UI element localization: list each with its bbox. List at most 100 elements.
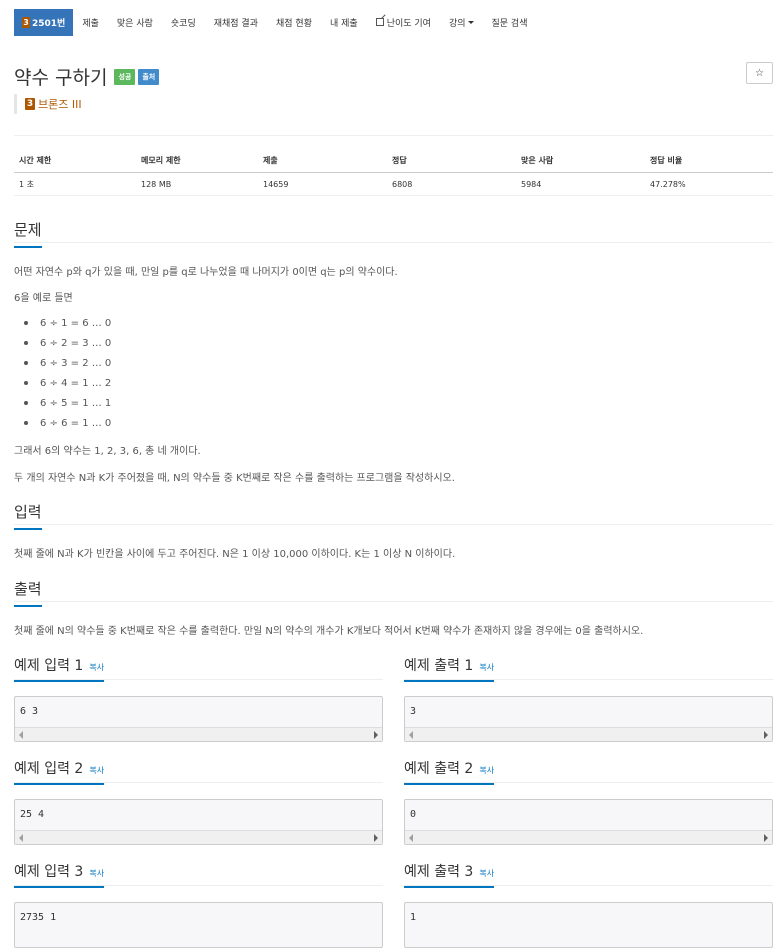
sample-input-box[interactable]: 2735 1 [14,902,383,948]
sample-output-code: 3 [410,706,417,717]
nav-judge-status[interactable]: 채점 현황 [267,9,321,36]
nav-solved-users[interactable]: 맞은 사람 [108,9,162,36]
nav-lectures-label: 강의 [448,18,466,29]
section-divider [14,524,773,525]
division-list: 6 ÷ 1 = 6 … 0 6 ÷ 2 = 3 … 0 6 ÷ 3 = 2 … … [24,313,111,433]
scroll-left-icon[interactable] [409,731,413,739]
title-row: 약수 구하기 성공 출처 [14,63,160,90]
tier-row: 3 브론즈 III [14,94,82,114]
list-item: 6 ÷ 4 = 1 … 2 [24,373,111,393]
star-icon: ☆ [755,67,764,79]
sample-input-code: 6 3 [20,706,39,717]
sample-input-box[interactable]: 6 3 [14,696,383,742]
problem-paragraph: 6을 예로 들면 [14,293,73,304]
sample-output-code: 1 [410,912,417,923]
sample-input-title-text: 예제 입력 2 [14,761,84,777]
sample-output-code: 0 [410,809,417,820]
input-heading: 입력 [14,501,42,530]
problem-nav: 3 2501번 제출 맞은 사람 숏코딩 재채점 결과 채점 현황 내 제출 난… [0,0,777,44]
scroll-right-icon[interactable] [374,731,378,739]
horizontal-scrollbar[interactable] [405,830,772,844]
horizontal-scrollbar[interactable] [15,727,382,741]
sample-output-box[interactable]: 3 [404,696,773,742]
stats-value-cell: 47.278% [650,179,686,189]
scroll-left-icon[interactable] [19,834,23,842]
stats-header-cell: 제출 [263,156,278,165]
tier-icon: 3 [25,98,35,110]
stats-header-row: 시간 제한 메모리 제한 제출 정답 맞은 사람 정답 비율 [14,149,773,173]
divider [14,135,773,136]
nav-problem-id-label: 2501번 [32,18,66,29]
copy-button[interactable]: 복사 [479,663,494,672]
stats-header-cell: 시간 제한 [19,156,52,165]
caret-down-icon [467,20,474,24]
stats-value-cell: 14659 [263,179,289,189]
list-item: 6 ÷ 5 = 1 … 1 [24,393,111,413]
sample-output-title-text: 예제 출력 3 [404,864,474,880]
list-item: 6 ÷ 6 = 1 … 0 [24,413,111,433]
problem-stats-table: 시간 제한 메모리 제한 제출 정답 맞은 사람 정답 비율 1 초 128 M… [14,149,773,196]
stats-header-cell: 맞은 사람 [521,156,554,165]
sample-input-title-text: 예제 입력 3 [14,864,84,880]
problem-paragraph: 두 개의 자연수 N과 K가 주어졌을 때, N의 약수들 중 K번째로 작은 … [14,473,455,484]
copy-button[interactable]: 복사 [89,766,104,775]
sample-input-title: 예제 입력 1 복사 [14,655,105,682]
tier-name: 브론즈 III [38,98,82,111]
nav-question-search[interactable]: 질문 검색 [483,9,537,36]
nav-short-coding[interactable]: 숏코딩 [162,9,205,36]
nav-difficulty-contribution[interactable]: 난이도 기여 [367,9,440,36]
sample-output-box[interactable]: 1 [404,902,773,948]
external-link-icon [375,18,384,26]
sample-output-title-text: 예제 출력 2 [404,761,474,777]
stats-header-cell: 메모리 제한 [141,156,181,165]
favorite-button[interactable]: ☆ [746,62,773,84]
source-label: 출처 [138,68,160,85]
success-label: 성공 [114,68,136,85]
section-divider [14,242,773,243]
problem-paragraph: 그래서 6의 약수는 1, 2, 3, 6, 총 네 개이다. [14,446,201,457]
list-item: 6 ÷ 3 = 2 … 0 [24,353,111,373]
list-item: 6 ÷ 1 = 6 … 0 [24,313,111,333]
page-title: 약수 구하기 [14,67,108,89]
sample-input-title: 예제 입력 2 복사 [14,758,105,785]
nav-submit[interactable]: 제출 [73,9,108,36]
stats-value-cell: 128 MB [141,179,172,189]
scroll-left-icon[interactable] [19,731,23,739]
problem-heading: 문제 [14,219,42,248]
sample-input-title-text: 예제 입력 1 [14,658,84,674]
horizontal-scrollbar[interactable] [405,727,772,741]
nav-lectures-dropdown[interactable]: 강의 [440,9,483,36]
scroll-right-icon[interactable] [764,731,768,739]
output-heading: 출력 [14,578,42,607]
copy-button[interactable]: 복사 [89,663,104,672]
tier-badge-icon: 3 [22,16,30,28]
scroll-right-icon[interactable] [764,834,768,842]
stats-header-cell: 정답 비율 [650,156,683,165]
sample-output-title-text: 예제 출력 1 [404,658,474,674]
output-paragraph: 첫째 줄에 N의 약수들 중 K번째로 작은 수를 출력한다. 만일 N의 약수… [14,626,644,637]
stats-header-cell: 정답 [392,156,407,165]
stats-value-row: 1 초 128 MB 14659 6808 5984 47.278% [14,173,773,196]
sample-output-title: 예제 출력 2 복사 [404,758,495,785]
sample-input-code: 25 4 [20,809,45,820]
list-item: 6 ÷ 2 = 3 … 0 [24,333,111,353]
section-divider [14,601,773,602]
sample-output-title: 예제 출력 3 복사 [404,861,495,888]
stats-value-cell: 1 초 [19,179,34,189]
copy-button[interactable]: 복사 [479,869,494,878]
scroll-left-icon[interactable] [409,834,413,842]
nav-problem-id[interactable]: 3 2501번 [14,8,74,36]
copy-button[interactable]: 복사 [89,869,104,878]
horizontal-scrollbar[interactable] [15,830,382,844]
sample-input-box[interactable]: 25 4 [14,799,383,845]
stats-value-cell: 5984 [521,179,542,189]
problem-paragraph: 어떤 자연수 p와 q가 있을 때, 만일 p를 q로 나누었을 때 나머지가 … [14,267,398,278]
nav-my-submissions[interactable]: 내 제출 [321,9,367,36]
copy-button[interactable]: 복사 [479,766,494,775]
input-paragraph: 첫째 줄에 N과 K가 빈칸을 사이에 두고 주어진다. N은 1 이상 10,… [14,549,456,560]
scroll-right-icon[interactable] [374,834,378,842]
nav-rejudge-results[interactable]: 재채점 결과 [205,9,267,36]
stats-value-cell: 6808 [392,179,413,189]
sample-output-box[interactable]: 0 [404,799,773,845]
sample-input-code: 2735 1 [20,912,57,923]
